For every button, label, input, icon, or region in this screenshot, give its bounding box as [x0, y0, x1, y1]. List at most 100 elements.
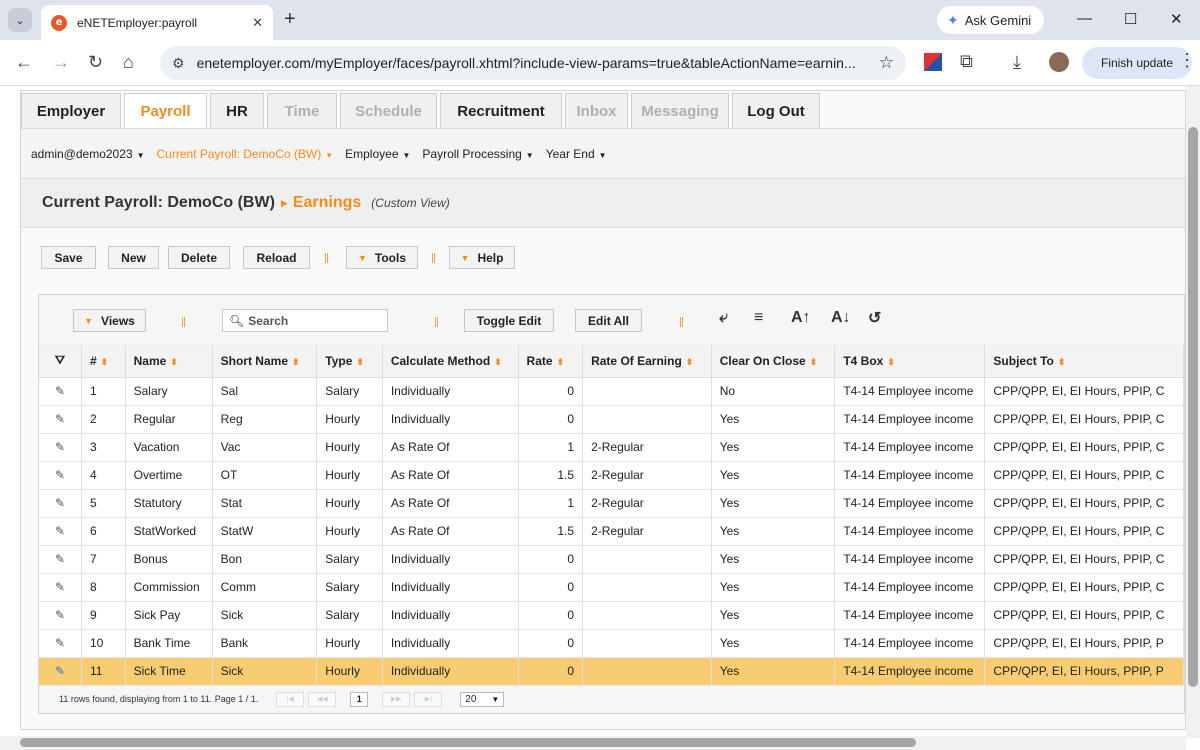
- search-input[interactable]: 🔍︎ Search: [222, 309, 388, 332]
- cell-type[interactable]: Hourly: [316, 461, 383, 490]
- cell-clear-on-close[interactable]: Yes: [711, 405, 836, 434]
- cell-rate-of-earning[interactable]: [582, 657, 712, 686]
- menu-payroll-processing[interactable]: Payroll Processing ▼: [422, 147, 533, 161]
- cell-name[interactable]: Regular: [125, 405, 213, 434]
- cell-clear-on-close[interactable]: Yes: [711, 545, 836, 574]
- cell-short-name[interactable]: Bon: [212, 545, 318, 574]
- cell-clear-on-close[interactable]: Yes: [711, 461, 836, 490]
- cell-subject-to[interactable]: CPP/QPP, EI, EI Hours, PPIP, P: [984, 629, 1184, 658]
- tab-inbox[interactable]: Inbox: [565, 93, 628, 129]
- edit-pencil-icon[interactable]: ✎: [39, 657, 82, 686]
- cell-subject-to[interactable]: CPP/QPP, EI, EI Hours, PPIP, P: [984, 657, 1184, 686]
- cell-calculate-method[interactable]: Individually: [382, 601, 519, 630]
- cell-clear-on-close[interactable]: Yes: [711, 601, 836, 630]
- cell-calculate-method[interactable]: Individually: [382, 405, 519, 434]
- cell-rate-of-earning[interactable]: 2-Regular: [582, 433, 712, 462]
- cell-subject-to[interactable]: CPP/QPP, EI, EI Hours, PPIP, C: [984, 517, 1184, 546]
- cell-rate-of-earning[interactable]: [582, 545, 712, 574]
- menu-employee[interactable]: Employee ▼: [345, 147, 410, 161]
- column-header-clear-on-close[interactable]: Clear On Close ⬍: [711, 345, 836, 378]
- cell-rate[interactable]: 0: [518, 545, 584, 574]
- cell-calculate-method[interactable]: Individually: [382, 657, 519, 686]
- cell-subject-to[interactable]: CPP/QPP, EI, EI Hours, PPIP, C: [984, 601, 1184, 630]
- table-row[interactable]: ✎ 11 Sick Time Sick Hourly Individually 0 Yes T4…: [39, 657, 1184, 686]
- last-page-button[interactable]: ▶|: [414, 691, 443, 707]
- cell-number[interactable]: 6: [81, 517, 126, 546]
- cell-number[interactable]: 11: [81, 657, 126, 686]
- cell-calculate-method[interactable]: Individually: [382, 545, 519, 574]
- views-button[interactable]: ▼ Views: [73, 309, 146, 332]
- cell-name[interactable]: StatWorked: [125, 517, 213, 546]
- extension-flag-icon[interactable]: [924, 53, 942, 71]
- cell-calculate-method[interactable]: Individually: [382, 573, 519, 602]
- cell-short-name[interactable]: StatW: [212, 517, 318, 546]
- cell-calculate-method[interactable]: As Rate Of: [382, 433, 519, 462]
- new-tab-button[interactable]: +: [284, 9, 296, 29]
- tab-recruitment[interactable]: Recruitment: [440, 93, 562, 129]
- cell-short-name[interactable]: Sal: [212, 377, 318, 406]
- cell-rate-of-earning[interactable]: [582, 377, 712, 406]
- cell-t4-box[interactable]: T4-14 Employee income: [834, 657, 986, 686]
- cell-short-name[interactable]: Stat: [212, 489, 318, 518]
- cell-rate[interactable]: 0: [518, 405, 584, 434]
- edit-pencil-icon[interactable]: ✎: [39, 545, 82, 574]
- column-header-type[interactable]: Type ⬍: [316, 345, 383, 378]
- cell-t4-box[interactable]: T4-14 Employee income: [834, 433, 986, 462]
- cell-number[interactable]: 10: [81, 629, 126, 658]
- cell-subject-to[interactable]: CPP/QPP, EI, EI Hours, PPIP, C: [984, 489, 1184, 518]
- cell-clear-on-close[interactable]: Yes: [711, 517, 836, 546]
- cell-rate[interactable]: 1.5: [518, 517, 584, 546]
- column-header-short-name[interactable]: Short Name ⬍: [212, 345, 318, 378]
- table-row[interactable]: ✎ 7 Bonus Bon Salary Individually 0 Yes T4-14 Em…: [39, 545, 1184, 574]
- home-icon[interactable]: ⌂: [123, 52, 134, 72]
- edit-pencil-icon[interactable]: ✎: [39, 405, 82, 434]
- first-page-button[interactable]: |◀: [276, 691, 305, 707]
- cell-type[interactable]: Salary: [316, 601, 383, 630]
- edit-pencil-icon[interactable]: ✎: [39, 433, 82, 462]
- reload-icon[interactable]: ↻: [88, 52, 103, 72]
- bookmark-star-icon[interactable]: ☆: [879, 53, 894, 73]
- menu-year-end[interactable]: Year End ▼: [546, 147, 607, 161]
- delete-button[interactable]: Delete: [168, 246, 230, 269]
- column-header-rate-of-earning[interactable]: Rate Of Earning ⬍: [582, 345, 712, 378]
- tab-time[interactable]: Time: [267, 93, 337, 129]
- edit-pencil-icon[interactable]: ✎: [39, 517, 82, 546]
- tab-logout[interactable]: Log Out: [732, 93, 820, 129]
- cell-calculate-method[interactable]: Individually: [382, 629, 519, 658]
- cell-number[interactable]: 8: [81, 573, 126, 602]
- cell-short-name[interactable]: Comm: [212, 573, 318, 602]
- filter-column-header[interactable]: ⛛: [39, 345, 82, 378]
- table-row[interactable]: ✎ 1 Salary Sal Salary Individually 0 No T4-14 Em…: [39, 377, 1184, 406]
- close-window-icon[interactable]: ✕: [1170, 10, 1183, 28]
- cell-type[interactable]: Hourly: [316, 433, 383, 462]
- table-row[interactable]: ✎ 6 StatWorked StatW Hourly As Rate Of 1.5 2-Re…: [39, 517, 1184, 546]
- cell-name[interactable]: Commission: [125, 573, 213, 602]
- cell-subject-to[interactable]: CPP/QPP, EI, EI Hours, PPIP, C: [984, 545, 1184, 574]
- cell-rate[interactable]: 0: [518, 629, 584, 658]
- cell-name[interactable]: Vacation: [125, 433, 213, 462]
- table-row[interactable]: ✎ 4 Overtime OT Hourly As Rate Of 1.5 2-Regular…: [39, 461, 1184, 490]
- prev-page-button[interactable]: ◀◀: [308, 691, 337, 707]
- cell-name[interactable]: Bonus: [125, 545, 213, 574]
- cell-name[interactable]: Bank Time: [125, 629, 213, 658]
- cell-number[interactable]: 7: [81, 545, 126, 574]
- column-header-number[interactable]: # ⬍: [81, 345, 126, 378]
- menu-current-payroll[interactable]: Current Payroll: DemoCo (BW) ▼: [157, 147, 334, 161]
- tab-employer[interactable]: Employer: [21, 93, 121, 129]
- cell-rate[interactable]: 1: [518, 489, 584, 518]
- cell-t4-box[interactable]: T4-14 Employee income: [834, 405, 986, 434]
- menu-user[interactable]: admin@demo2023 ▼: [31, 147, 145, 161]
- tools-button[interactable]: ▼ Tools: [346, 246, 418, 269]
- tab-close-icon[interactable]: ✕: [252, 15, 263, 31]
- cell-rate-of-earning[interactable]: [582, 405, 712, 434]
- tab-search-button[interactable]: ⌄: [8, 8, 32, 32]
- tab-schedule[interactable]: Schedule: [340, 93, 437, 129]
- font-increase-icon[interactable]: A↑: [791, 309, 811, 327]
- cell-number[interactable]: 9: [81, 601, 126, 630]
- cell-short-name[interactable]: Sick: [212, 657, 318, 686]
- maximize-icon[interactable]: ☐: [1124, 10, 1137, 28]
- cell-clear-on-close[interactable]: Yes: [711, 433, 836, 462]
- current-page-button[interactable]: 1: [350, 691, 369, 707]
- cell-t4-box[interactable]: T4-14 Employee income: [834, 517, 986, 546]
- cell-subject-to[interactable]: CPP/QPP, EI, EI Hours, PPIP, C: [984, 405, 1184, 434]
